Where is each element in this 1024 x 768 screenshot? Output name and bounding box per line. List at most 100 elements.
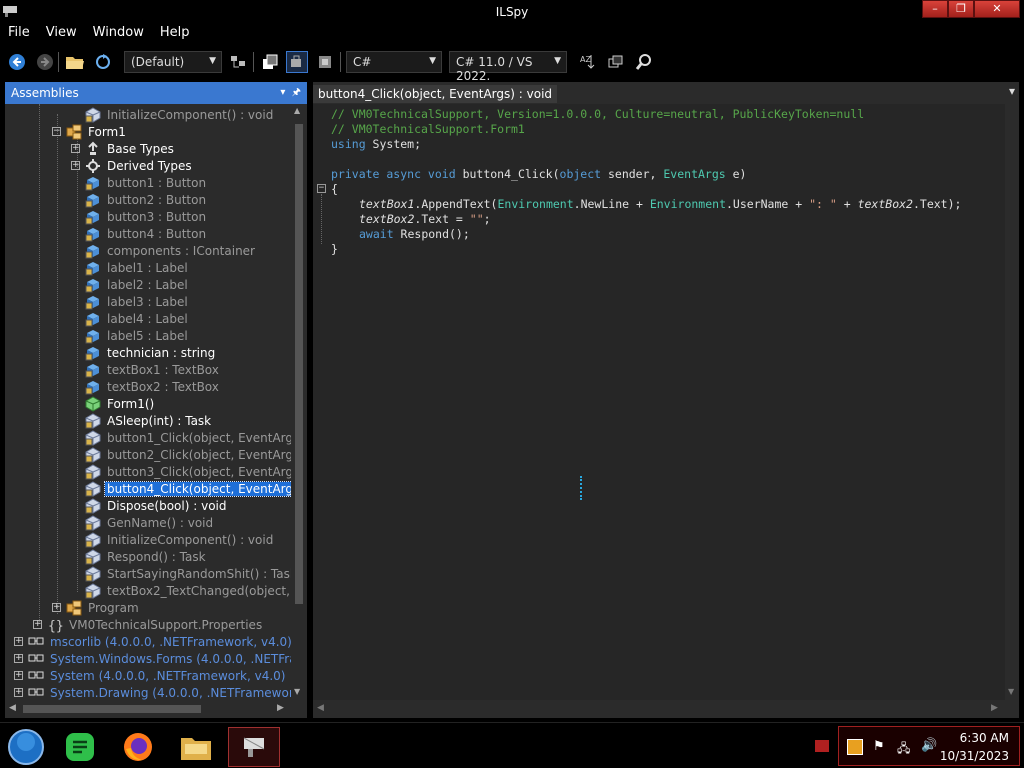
expand-node-icon[interactable]: + xyxy=(33,620,42,629)
scroll-down-icon[interactable]: ▼ xyxy=(1008,687,1014,696)
network-icon[interactable]: 🖧 xyxy=(897,739,910,760)
tree-node-textbox2-textbox[interactable]: textBox2 : TextBox xyxy=(85,378,221,395)
scrollbar-thumb[interactable] xyxy=(295,124,303,604)
tree-node-button4-button[interactable]: button4 : Button xyxy=(85,225,208,242)
tree-node-technician-string[interactable]: technician : string xyxy=(85,344,217,361)
language-version-dropdown[interactable]: C# 11.0 / VS 2022. ▼ xyxy=(449,51,567,83)
file-explorer-icon[interactable] xyxy=(170,727,222,767)
tree-horizontal-scrollbar[interactable]: ◀ ▶ xyxy=(5,700,291,718)
windows-icon[interactable] xyxy=(605,51,627,73)
open-folder-icon[interactable] xyxy=(64,51,86,73)
scroll-left-icon[interactable]: ◀ xyxy=(317,703,324,713)
tree-node-label4-label[interactable]: label4 : Label xyxy=(85,310,190,327)
tree-node-mscorlib-4-0-0-0-netframework-v4-0[interactable]: mscorlib (4.0.0.0, .NETFramework, v4.0) xyxy=(28,633,291,650)
tree-node-label: ASleep(int) : Task xyxy=(107,413,212,428)
forward-icon[interactable] xyxy=(34,51,56,73)
tree-node-initializecomponent-void[interactable]: InitializeComponent() : void xyxy=(85,531,275,548)
tree-node-label: button3 : Button xyxy=(107,209,207,224)
ilspy-taskbar-icon[interactable] xyxy=(228,727,280,767)
scroll-left-icon[interactable]: ◀ xyxy=(9,703,16,713)
tree-node-form1[interactable]: Form1 xyxy=(66,123,128,140)
expand-node-icon[interactable]: + xyxy=(71,161,80,170)
scroll-up-icon[interactable]: ▲ xyxy=(294,106,300,115)
tree-node-initializecomponent-void[interactable]: InitializeComponent() : void xyxy=(85,106,275,123)
start-button[interactable] xyxy=(0,727,52,767)
tree-node-label3-label[interactable]: label3 : Label xyxy=(85,293,190,310)
tab-decompiled-method[interactable]: button4_Click(object, EventArgs) : void xyxy=(313,85,558,103)
code-horizontal-scrollbar[interactable]: ◀ ▶ xyxy=(313,700,1005,718)
tree-node-button2-button[interactable]: button2 : Button xyxy=(85,191,208,208)
close-button[interactable]: ✕ xyxy=(974,0,1020,18)
reload-icon[interactable] xyxy=(92,51,114,73)
tree-node-label5-label[interactable]: label5 : Label xyxy=(85,327,190,344)
menu-file[interactable]: File xyxy=(0,24,38,44)
assembly-list-dropdown[interactable]: (Default) ▼ xyxy=(124,51,222,73)
tree-node-button3-click-object-eventargs[interactable]: button3_Click(object, EventArgs) : xyxy=(85,463,291,480)
collapse-node-icon[interactable]: − xyxy=(52,127,61,136)
tree-node-startsayingrandomshit-task[interactable]: StartSayingRandomShit() : Task xyxy=(85,565,291,582)
tree-node-button1-button[interactable]: button1 : Button xyxy=(85,174,208,191)
expand-node-icon[interactable]: + xyxy=(14,688,23,697)
expand-node-icon[interactable]: + xyxy=(14,654,23,663)
tree-node-vm0technicalsupport-properties[interactable]: {} VM0TechnicalSupport.Properties xyxy=(47,616,264,634)
code-vertical-scrollbar[interactable]: ▼ xyxy=(1005,104,1019,700)
tree-node-button4-click-object-eventargs[interactable]: button4_Click(object, EventArgs) : xyxy=(85,480,291,497)
tree-node-button2-click-object-eventargs[interactable]: button2_Click(object, EventArgs) : xyxy=(85,446,291,463)
expand-node-icon[interactable]: + xyxy=(52,603,61,612)
tree-node-textbox2-textchanged-object-even[interactable]: textBox2_TextChanged(object, Even xyxy=(85,582,291,599)
tree-node-label1-label[interactable]: label1 : Label xyxy=(85,259,190,276)
expand-node-icon[interactable]: + xyxy=(14,637,23,646)
code-view[interactable]: // VM0TechnicalSupport, Version=1.0.0.0,… xyxy=(313,104,1005,700)
expand-node-icon[interactable]: + xyxy=(14,671,23,680)
code-line: textBox1.AppendText(Environment.NewLine … xyxy=(359,197,962,211)
show-internal-icon[interactable] xyxy=(314,51,336,73)
search-icon[interactable] xyxy=(633,51,655,73)
collapse-block-icon[interactable]: − xyxy=(317,184,326,193)
notes-app-icon[interactable] xyxy=(54,727,106,767)
show-public-only-icon[interactable] xyxy=(286,51,308,73)
tree-node-asleep-int-task[interactable]: ASleep(int) : Task xyxy=(85,412,213,429)
tray-app-icon[interactable] xyxy=(847,739,863,755)
tree-node-derived-types[interactable]: Derived Types xyxy=(85,157,194,174)
tree-node-system-drawing-4-0-0-0-netframework-v4-0[interactable]: System.Drawing (4.0.0.0, .NETFramework, … xyxy=(28,684,291,700)
show-hidden-icons-icon[interactable] xyxy=(815,740,829,752)
scrollbar-thumb[interactable] xyxy=(23,705,201,713)
tree-node-system-4-0-0-0-netframework-v4-0[interactable]: System (4.0.0.0, .NETFramework, v4.0) xyxy=(28,667,287,684)
scroll-down-icon[interactable]: ▼ xyxy=(294,687,300,696)
scroll-right-icon[interactable]: ▶ xyxy=(277,703,284,713)
tree-node-button1-click-object-eventargs[interactable]: button1_Click(object, EventArgs) : xyxy=(85,429,291,446)
tree-node-program[interactable]: Program xyxy=(66,599,141,616)
tree-node-form1[interactable]: Form1() xyxy=(85,395,156,412)
tree-node-label2-label[interactable]: label2 : Label xyxy=(85,276,190,293)
tree-node-textbox1-textbox[interactable]: textBox1 : TextBox xyxy=(85,361,221,378)
manage-assemblies-icon[interactable] xyxy=(227,51,249,73)
action-center-flag-icon[interactable]: ⚑ xyxy=(873,739,885,754)
menu-window[interactable]: Window xyxy=(85,24,152,44)
show-all-icon[interactable] xyxy=(259,51,281,73)
tree-node-base-types[interactable]: Base Types xyxy=(85,140,176,157)
restore-button[interactable]: ❐ xyxy=(948,0,974,18)
tree-node-system-windows-forms-4-0-0-0-netframew[interactable]: System.Windows.Forms (4.0.0.0, .NETFrame… xyxy=(28,650,291,667)
clock[interactable]: 6:30 AM 10/31/2023 xyxy=(940,729,1009,765)
tree-vertical-scrollbar[interactable]: ▲ ▼ xyxy=(291,104,307,700)
volume-icon[interactable]: 🔊 xyxy=(921,738,937,753)
tree-node-label: label5 : Label xyxy=(107,328,188,343)
minimize-button[interactable]: – xyxy=(922,0,948,18)
code-line: } xyxy=(331,242,338,256)
language-dropdown[interactable]: C# ▼ xyxy=(346,51,442,73)
tree-node-dispose-bool-void[interactable]: Dispose(bool) : void xyxy=(85,497,228,514)
tab-list-icon[interactable]: ▾ xyxy=(1009,84,1015,98)
tree-node-label: VM0TechnicalSupport.Properties xyxy=(69,617,263,632)
menu-view[interactable]: View xyxy=(38,24,85,44)
tree-node-components-icontainer[interactable]: components : IContainer xyxy=(85,242,257,259)
back-icon[interactable] xyxy=(6,51,28,73)
panel-options-icon[interactable]: ▾ 🖈 xyxy=(280,85,301,102)
tree-node-button3-button[interactable]: button3 : Button xyxy=(85,208,208,225)
firefox-icon[interactable] xyxy=(112,727,164,767)
tree-node-respond-task[interactable]: Respond() : Task xyxy=(85,548,208,565)
menu-help[interactable]: Help xyxy=(152,24,198,44)
tree-node-genname-void[interactable]: GenName() : void xyxy=(85,514,215,531)
scroll-right-icon[interactable]: ▶ xyxy=(991,703,998,713)
expand-node-icon[interactable]: + xyxy=(71,144,80,153)
sort-icon[interactable]: AZ xyxy=(577,51,599,73)
